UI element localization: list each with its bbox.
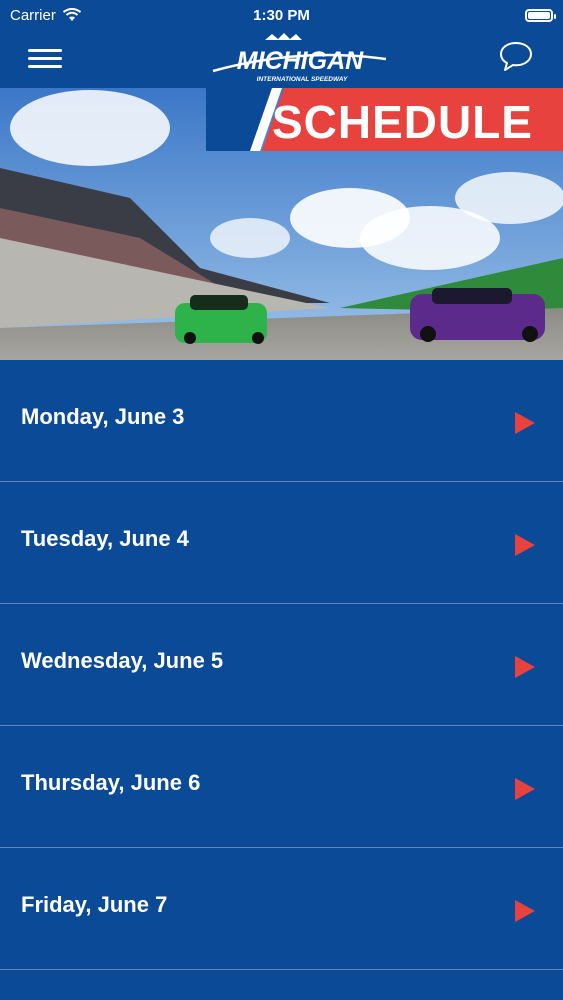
schedule-row[interactable]: Friday, June 7 bbox=[0, 848, 563, 970]
banner-title: SCHEDULE bbox=[271, 96, 533, 148]
logo-subtext: INTERNATIONAL SPEEDWAY bbox=[257, 76, 348, 83]
schedule-row[interactable]: Monday, June 3 bbox=[0, 360, 563, 482]
play-arrow-icon[interactable] bbox=[515, 411, 535, 434]
status-time: 1:30 PM bbox=[253, 6, 310, 24]
play-arrow-icon[interactable] bbox=[515, 899, 535, 922]
michigan-speedway-logo: MICHIGAN INTERNATIONAL SPEEDWAY bbox=[212, 33, 387, 83]
schedule-row[interactable]: Tuesday, June 4 bbox=[0, 482, 563, 604]
play-arrow-icon[interactable] bbox=[515, 533, 535, 556]
battery-icon bbox=[525, 8, 556, 22]
schedule-list: Monday, June 3 Tuesday, June 4 Wednesday… bbox=[0, 360, 563, 970]
schedule-day-label: Friday, June 7 bbox=[21, 891, 168, 917]
chat-bubble-icon[interactable] bbox=[499, 40, 533, 72]
play-arrow-icon[interactable] bbox=[515, 655, 535, 678]
nav-bar: MICHIGAN INTERNATIONAL SPEEDWAY bbox=[0, 30, 563, 88]
play-arrow-icon[interactable] bbox=[515, 777, 535, 800]
schedule-day-label: Monday, June 3 bbox=[21, 403, 185, 429]
schedule-day-label: Thursday, June 6 bbox=[21, 769, 201, 795]
schedule-day-label: Wednesday, June 5 bbox=[21, 647, 224, 673]
status-bar: Carrier 1:30 PM bbox=[0, 0, 563, 30]
logo-text: MICHIGAN bbox=[237, 47, 364, 75]
hamburger-menu-icon[interactable] bbox=[28, 44, 62, 74]
schedule-row[interactable]: Thursday, June 6 bbox=[0, 726, 563, 848]
schedule-row[interactable]: Wednesday, June 5 bbox=[0, 604, 563, 726]
hero-image: SCHEDULE bbox=[0, 88, 563, 360]
schedule-day-label: Tuesday, June 4 bbox=[21, 525, 189, 551]
